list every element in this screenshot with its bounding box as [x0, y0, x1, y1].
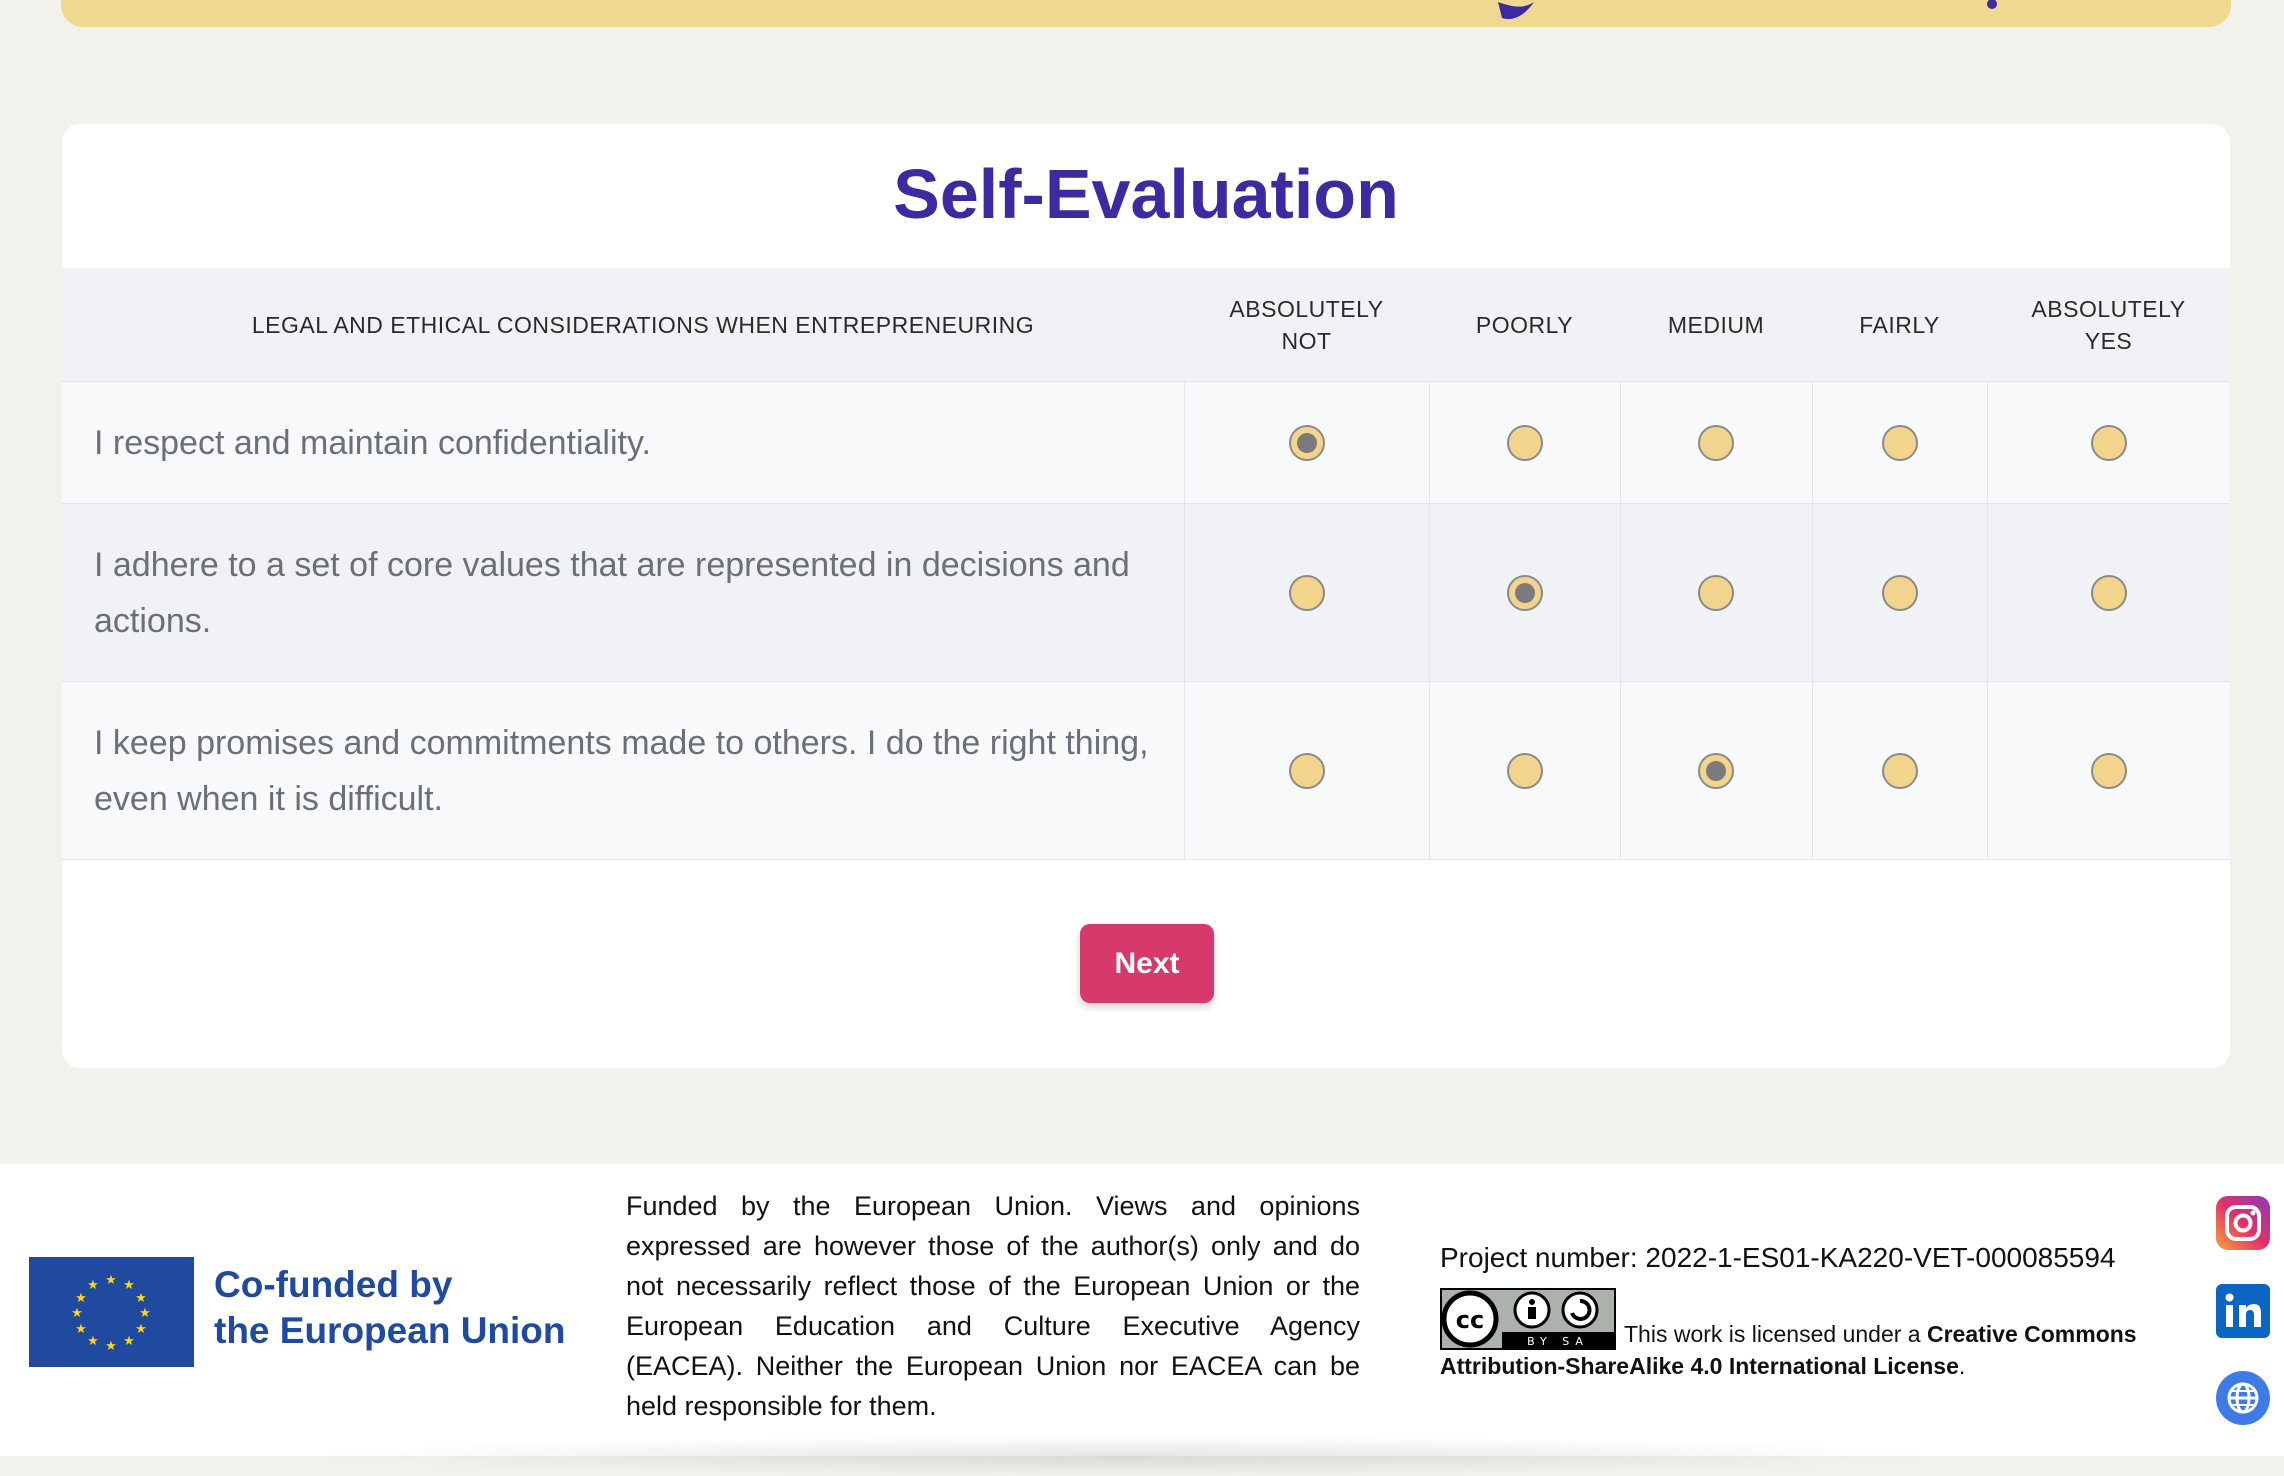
svg-text:★: ★	[105, 1273, 117, 1288]
project-number: Project number: 2022-1-ES01-KA220-VET-00…	[1440, 1242, 2116, 1273]
option-cell	[1183, 503, 1430, 682]
radio-absolutely-yes[interactable]	[2090, 752, 2127, 789]
svg-text:★: ★	[139, 1306, 151, 1321]
column-header-fairly: FAIRLY	[1812, 268, 1987, 382]
banner-decoration-icon	[1498, 2, 1534, 20]
option-cell	[1811, 381, 1988, 504]
option-cell	[1183, 681, 1430, 860]
option-cell	[1619, 681, 1813, 860]
eu-flag-logo: ★ ★ ★ ★ ★ ★ ★ ★ ★ ★ ★ ★	[29, 1257, 194, 1367]
table-row: I keep promises and commitments made to …	[62, 681, 2230, 860]
radio-absolutely-yes[interactable]	[2090, 574, 2127, 611]
column-header-absolutely-yes: ABSOLUTELY YES	[1987, 268, 2230, 382]
svg-text:★: ★	[87, 1334, 99, 1349]
radio-fairly[interactable]	[1881, 574, 1918, 611]
funding-disclaimer: Funded by the European Union. Views and …	[626, 1191, 1360, 1421]
option-cell	[1986, 503, 2230, 682]
svg-text:★: ★	[75, 1322, 87, 1337]
statement-text: I keep promises and commitments made to …	[62, 681, 1185, 860]
option-cell	[1428, 503, 1621, 682]
radio-medium[interactable]	[1698, 574, 1734, 611]
next-button[interactable]: Next	[1080, 924, 1214, 1003]
option-cell	[1619, 503, 1813, 682]
radio-poorly[interactable]	[1506, 574, 1543, 611]
svg-text:★: ★	[135, 1291, 147, 1306]
svg-text:★: ★	[75, 1291, 87, 1306]
eu-line-2: the European Union	[214, 1310, 566, 1351]
option-cell	[1811, 681, 1988, 860]
option-cell	[1986, 381, 2230, 504]
radio-medium[interactable]	[1698, 752, 1734, 789]
column-header-category: LEGAL AND ETHICAL CONSIDERATIONS WHEN EN…	[62, 268, 1184, 382]
radio-absolutely-not[interactable]	[1288, 424, 1325, 461]
option-cell	[1428, 381, 1621, 504]
option-cell	[1428, 681, 1621, 860]
option-cell	[1619, 381, 1813, 504]
table-row: I respect and maintain confidentiality.	[62, 381, 2230, 504]
license-prefix: This work is licensed under a	[1624, 1321, 1927, 1347]
table-row: I adhere to a set of core values that ar…	[62, 503, 2230, 682]
svg-text:★: ★	[123, 1334, 135, 1349]
license-notice: This work is licensed under a Creative C…	[1440, 1318, 2160, 1382]
banner-dot-icon	[1987, 0, 1997, 9]
option-cell	[1811, 503, 1988, 682]
svg-text:★: ★	[87, 1278, 99, 1293]
radio-absolutely-not[interactable]	[1288, 574, 1325, 611]
column-header-absolutely-not: ABSOLUTELY NOT	[1184, 268, 1429, 382]
statement-text: I adhere to a set of core values that ar…	[62, 503, 1185, 682]
radio-poorly[interactable]	[1506, 752, 1543, 789]
globe-icon[interactable]	[2214, 1369, 2272, 1427]
option-cell	[1986, 681, 2230, 860]
radio-absolutely-not[interactable]	[1288, 752, 1325, 789]
linkedin-icon[interactable]	[2214, 1282, 2272, 1340]
svg-text:★: ★	[123, 1278, 135, 1293]
svg-text:★: ★	[71, 1306, 83, 1321]
eu-line-1: Co-funded by	[214, 1264, 453, 1305]
svg-text:★: ★	[105, 1339, 117, 1354]
radio-medium[interactable]	[1698, 424, 1734, 461]
self-evaluation-table: LEGAL AND ETHICAL CONSIDERATIONS WHEN EN…	[62, 268, 2230, 860]
statement-text: I respect and maintain confidentiality.	[62, 381, 1185, 504]
self-evaluation-card: Self-Evaluation LEGAL AND ETHICAL CONSID…	[62, 124, 2230, 1068]
svg-text:★: ★	[135, 1322, 147, 1337]
radio-absolutely-yes[interactable]	[2090, 424, 2127, 461]
column-header-poorly: POORLY	[1429, 268, 1620, 382]
column-header-medium: MEDIUM	[1620, 268, 1812, 382]
eu-cofunded-label: Co-funded by the European Union	[214, 1262, 594, 1354]
option-cell	[1183, 381, 1430, 504]
top-banner	[61, 0, 2231, 27]
bottom-shadow	[300, 1436, 1950, 1476]
radio-fairly[interactable]	[1881, 752, 1918, 789]
instagram-icon[interactable]	[2214, 1194, 2272, 1252]
radio-fairly[interactable]	[1881, 424, 1918, 461]
table-header-row: LEGAL AND ETHICAL CONSIDERATIONS WHEN EN…	[62, 268, 2230, 382]
radio-poorly[interactable]	[1506, 424, 1543, 461]
footer: ★ ★ ★ ★ ★ ★ ★ ★ ★ ★ ★ ★ Co-funded by the…	[0, 1164, 2284, 1476]
page-title: Self-Evaluation	[893, 155, 1399, 233]
license-suffix: .	[1958, 1353, 1966, 1379]
